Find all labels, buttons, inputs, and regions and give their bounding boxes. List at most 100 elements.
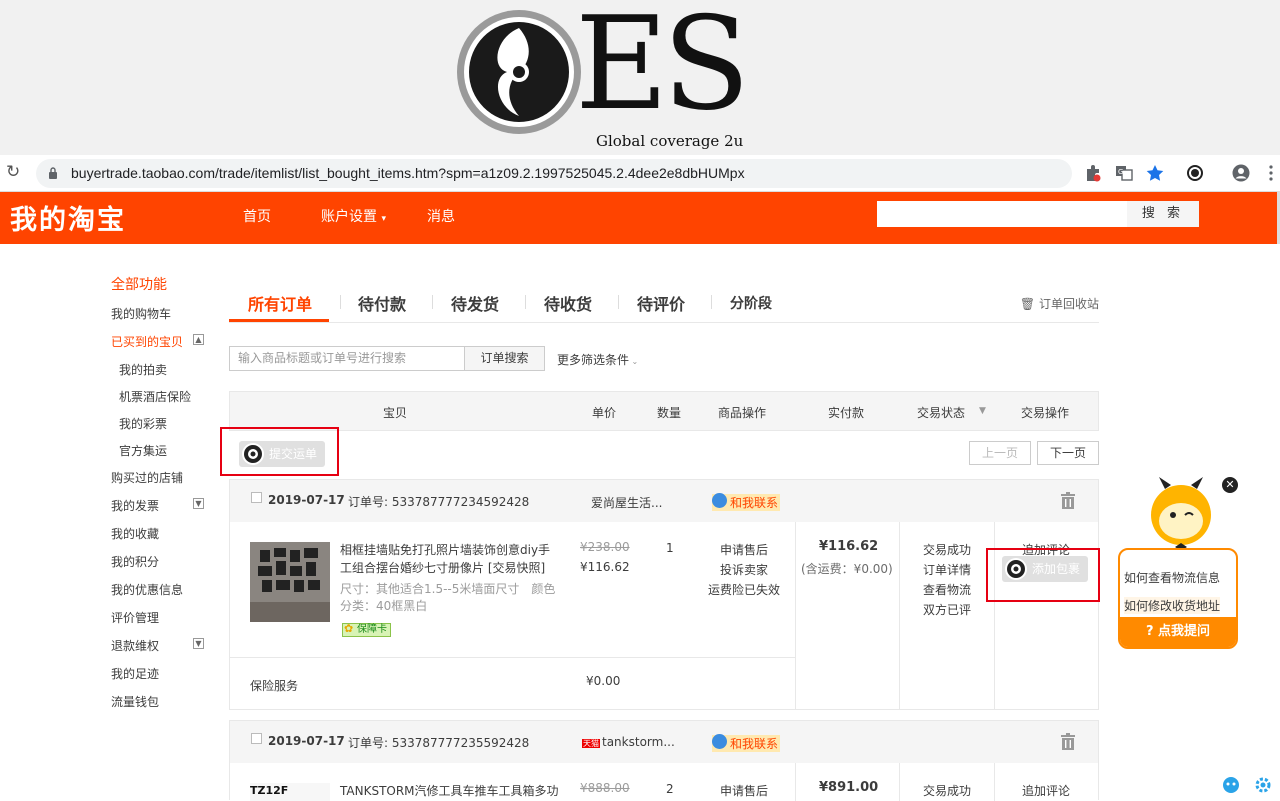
sidebar-item-shops[interactable]: 购买过的店铺	[111, 469, 183, 486]
sidebar-item-footprints[interactable]: 我的足迹	[111, 665, 159, 682]
thumbnail-text: TZ12F	[250, 784, 289, 797]
reload-icon[interactable]: ↻	[6, 163, 24, 181]
shipping-fee: (含运费：¥0.00)	[801, 562, 893, 576]
view-logistics-link[interactable]: 查看物流	[923, 581, 971, 598]
product-thumbnail[interactable]: TZ12F	[250, 783, 330, 801]
sidebar-item-travel-insurance[interactable]: 机票酒店保险	[119, 388, 191, 405]
brand-banner: ES Global coverage 2u	[0, 0, 1280, 155]
tab-all-orders[interactable]: 所有订单	[248, 291, 312, 315]
shield-icon: ✿	[344, 622, 354, 635]
trash-icon[interactable]	[1060, 733, 1076, 750]
sidebar-item-cart[interactable]: 我的购物车	[111, 305, 171, 322]
add-parcel-button[interactable]: 添加包裹	[1002, 556, 1089, 582]
contact-seller-button[interactable]: 和我联系	[712, 734, 781, 752]
status-filter-icon[interactable]: ▼	[979, 406, 986, 416]
tab-pending-shipment[interactable]: 待发货	[451, 291, 499, 315]
order-checkbox[interactable]	[251, 492, 262, 503]
tab-pending-receipt[interactable]: 待收货	[544, 291, 592, 315]
more-filters-label: 更多筛选条件	[557, 353, 630, 367]
url-text[interactable]: buyertrade.taobao.com/trade/itemlist/lis…	[71, 165, 745, 181]
tab-pending-payment[interactable]: 待付款	[358, 291, 406, 315]
product-thumbnail[interactable]	[250, 542, 330, 622]
mascot-icon[interactable]	[1145, 475, 1217, 553]
site-search-button[interactable]: 搜 索	[1127, 201, 1199, 227]
review-status: 双方已评	[923, 603, 972, 617]
help-question-logistics[interactable]: 如何查看物流信息	[1124, 569, 1220, 586]
wangwang-icon	[712, 493, 727, 508]
es-logo-icon	[1005, 558, 1027, 580]
order-search-button[interactable]: 订单搜索	[464, 346, 545, 371]
ask-question-button[interactable]: ? 点我提问	[1120, 617, 1236, 647]
next-page-button[interactable]: 下一页	[1037, 441, 1099, 465]
logo-text: ES	[575, 0, 750, 139]
site-search-input[interactable]	[877, 201, 1127, 227]
column-divider	[899, 522, 900, 710]
order-recycle-bin[interactable]: 🗑 订单回收站	[1020, 295, 1099, 312]
complain-seller-link[interactable]: 投诉卖家	[720, 561, 768, 578]
order-search-input[interactable]: 输入商品标题或订单号进行搜索	[229, 346, 465, 371]
extension-puzzle-icon[interactable]	[1084, 164, 1102, 182]
expand-icon[interactable]: ▼	[193, 638, 204, 649]
apply-after-sale-link[interactable]: 申请售后	[720, 541, 768, 558]
more-filters-link[interactable]: 更多筛选条件 ⌄	[557, 351, 638, 368]
menu-dots-icon[interactable]	[1262, 164, 1280, 182]
my-taobao-logo[interactable]: 我的淘宝	[10, 198, 126, 237]
product-title-link[interactable]: 相框挂墙贴免打孔照片墙装饰创意diy手工组合摆台婚纱七寸册像片 [交易快照]	[340, 541, 562, 577]
sidebar-item-auctions[interactable]: 我的拍卖	[119, 361, 167, 378]
guarantee-badge[interactable]: ✿ 保障卡	[342, 623, 391, 637]
column-divider	[899, 763, 900, 801]
chat-bot-icon[interactable]	[1222, 776, 1240, 794]
close-icon[interactable]: ✕	[1222, 477, 1238, 493]
table-header: 宝贝 单价 数量 商品操作 实付款 交易状态 ▼ 交易操作	[229, 391, 1099, 431]
tab-pending-review[interactable]: 待评价	[637, 291, 685, 315]
sidebar-item-reviews[interactable]: 评价管理	[111, 609, 159, 626]
translate-icon[interactable]: G	[1115, 164, 1133, 182]
sidebar-item-lottery[interactable]: 我的彩票	[119, 415, 167, 432]
sidebar-item-bought[interactable]: 已买到的宝贝	[111, 333, 183, 350]
nav-account-settings-label: 账户设置	[321, 209, 377, 225]
order-checkbox[interactable]	[251, 733, 262, 744]
sidebar-item-data-wallet[interactable]: 流量钱包	[111, 693, 159, 710]
nav-home[interactable]: 首页	[243, 206, 271, 226]
lock-icon[interactable]	[48, 167, 58, 179]
submit-waybill-button[interactable]: 提交运单	[239, 441, 326, 467]
trash-icon[interactable]	[1060, 492, 1076, 509]
order-details-link[interactable]: 订单详情	[923, 561, 971, 578]
shop-name-link[interactable]: 爱尚屋生活...	[591, 494, 662, 511]
sidebar-item-refunds[interactable]: 退款维权	[111, 637, 159, 654]
sidebar-item-favorites[interactable]: 我的收藏	[111, 525, 159, 542]
tab-installments[interactable]: 分阶段	[730, 293, 772, 313]
nav-account-settings[interactable]: 账户设置 ▾	[321, 206, 386, 226]
help-question-address[interactable]: 如何修改收货地址	[1124, 597, 1221, 614]
sidebar-item-all-functions[interactable]: 全部功能	[111, 274, 167, 294]
wangwang-icon	[712, 734, 727, 749]
shop-name-link[interactable]: 天猫 tankstorm...	[582, 735, 675, 749]
col-status[interactable]: 交易状态	[917, 404, 965, 421]
product-title-link[interactable]: TANKSTORM汽修工具车推车工具箱多功	[340, 782, 562, 800]
contact-seller-label: 和我联系	[730, 496, 779, 510]
sidebar-item-coupons[interactable]: 我的优惠信息	[111, 581, 183, 598]
expand-icon[interactable]: ▼	[193, 498, 204, 509]
tab-divider	[618, 295, 619, 309]
sidebar-item-consolidation[interactable]: 官方集运	[119, 442, 167, 459]
col-paid: 实付款	[828, 406, 865, 420]
order-card: 2019-07-17 订单号: 533787777234592428 爱尚屋生活…	[229, 479, 1099, 710]
prev-page-button[interactable]: 上一页	[969, 441, 1031, 465]
row-divider	[230, 657, 795, 658]
sidebar-item-points[interactable]: 我的积分	[111, 553, 159, 570]
collapse-icon[interactable]: ▲	[193, 334, 204, 345]
profile-icon[interactable]	[1232, 164, 1250, 182]
chevron-down-icon: ⌄	[629, 357, 639, 366]
contact-seller-label: 和我联系	[730, 737, 779, 751]
apply-after-sale-link[interactable]: 申请售后	[720, 782, 768, 799]
nav-messages[interactable]: 消息	[427, 206, 455, 226]
es-extension-icon[interactable]	[1186, 164, 1204, 182]
contact-seller-button[interactable]: 和我联系	[712, 493, 781, 511]
add-review-link[interactable]: 追加评论	[1022, 782, 1070, 799]
sidebar-item-invoices[interactable]: 我的发票	[111, 497, 159, 514]
order-header: 2019-07-17 订单号: 533787777235592428 天猫 tan…	[230, 721, 1098, 763]
tab-divider	[432, 295, 433, 309]
order-date: 2019-07-17	[268, 734, 345, 748]
bookmark-star-icon[interactable]	[1146, 164, 1164, 182]
settings-gear-icon[interactable]	[1254, 776, 1272, 794]
